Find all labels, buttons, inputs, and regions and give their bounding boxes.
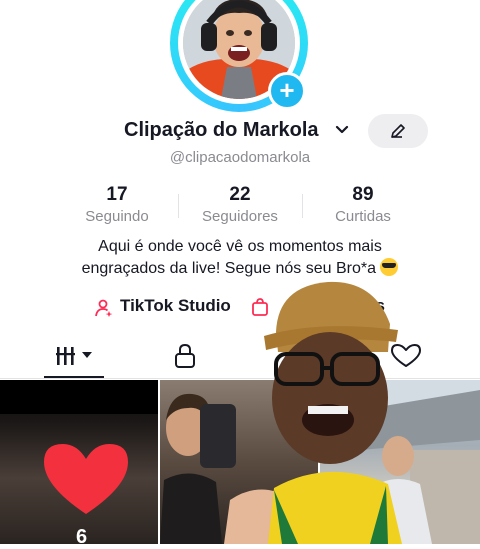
bio-line-1: Aqui é onde você vê os momentos mais [98,238,382,255]
stat-followers[interactable]: 22 Seguidores [180,184,300,225]
sunglasses-emoji-icon [380,258,399,276]
stat-following-value: 17 [106,184,128,205]
edit-profile-button[interactable] [368,114,428,148]
video-view-count: 6 [76,526,88,548]
video-thumbnail[interactable] [0,380,158,544]
tab-videos[interactable] [54,340,94,372]
stat-followers-value: 22 [229,184,251,205]
stat-likes-value: 89 [352,184,374,205]
profile-username: @clipacaodomarkola [169,149,311,166]
overlay-person-image [264,281,402,544]
person-sparkle-icon [95,299,113,317]
pencil-icon [391,124,405,138]
stat-likes[interactable]: 89 Curtidas [303,184,423,225]
active-tab-indicator [44,376,104,378]
profile-display-name[interactable]: Clipação do Markola [124,119,319,142]
lock-icon [175,343,195,368]
tab-bar-divider [0,378,480,379]
stat-likes-label: Curtidas [335,208,391,225]
heart-icon [0,380,158,514]
tiktok-studio-button[interactable]: TikTok Studio [120,296,231,316]
stat-following[interactable]: 17 Seguindo [57,184,177,225]
plus-icon: + [279,75,295,105]
stat-following-label: Seguindo [85,208,149,225]
bio-line-2: engraçados da live! Segue nós seu Bro*a [81,260,376,277]
add-story-button[interactable]: + [268,72,306,110]
tab-private[interactable] [166,340,206,372]
chevron-down-icon[interactable] [334,122,350,138]
profile-bio: Aqui é onde você vê os momentos mais eng… [20,236,460,280]
grid-videos-icon [56,347,92,365]
stat-followers-label: Seguidores [202,208,278,225]
stat-divider [178,194,179,218]
